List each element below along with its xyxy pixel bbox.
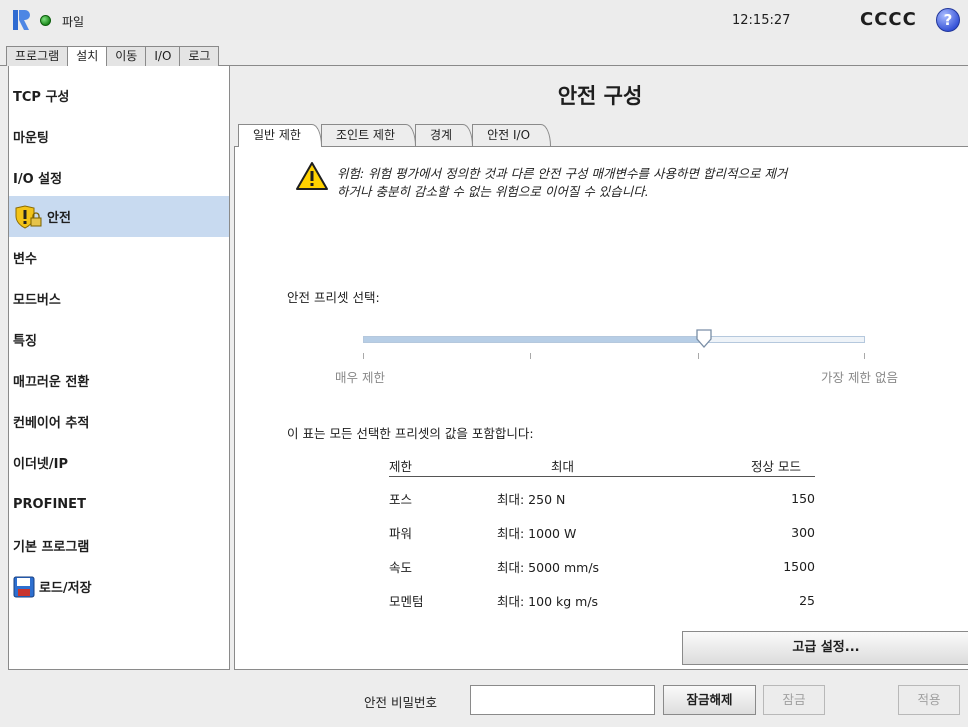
- sidebar-item-io-setup[interactable]: I/O 설정: [9, 157, 229, 198]
- sidebar-item-conveyor-tracking[interactable]: 컨베이어 추적: [9, 401, 229, 442]
- robot-status-icon: [40, 15, 51, 26]
- main-tabs: 프로그램 설치 이동 I/O 로그: [6, 46, 220, 67]
- sidebar-item-label: 컨베이어 추적: [13, 416, 90, 431]
- preset-slider-thumb[interactable]: [695, 329, 713, 349]
- sidebar-item-default-program[interactable]: 기본 프로그램: [9, 525, 229, 566]
- sidebar-item-mounting[interactable]: 마운팅: [9, 116, 229, 157]
- lock-button[interactable]: 잠금: [763, 685, 825, 715]
- page-title: 안전 구성: [557, 84, 643, 108]
- warning-message: 위험: 위험 평가에서 정의한 것과 다른 안전 구성 매개변수를 사용하면 합…: [337, 165, 957, 201]
- sidebar-item-safety[interactable]: 안전: [9, 196, 229, 237]
- file-menu[interactable]: 파일: [62, 13, 84, 30]
- sidebar-item-label: 모드버스: [13, 293, 61, 308]
- bottom-bar: 안전 비밀번호 잠금해제 잠금 적용: [0, 670, 968, 727]
- tab-io[interactable]: I/O: [145, 46, 181, 66]
- tab-boundaries[interactable]: 경계: [415, 124, 474, 146]
- tab-general-limits[interactable]: 일반 제한: [238, 124, 322, 147]
- slider-min-label: 매우 제한: [335, 370, 385, 385]
- tab-installation[interactable]: 설치: [67, 46, 108, 67]
- table-note: 이 표는 모든 선택한 프리셋의 값을 포함합니다:: [287, 426, 534, 441]
- sidebar-item-label: 특징: [13, 334, 37, 349]
- warning-line: 하거나 충분히 감소할 수 없는 위험으로 이어질 수 있습니다.: [337, 184, 649, 199]
- sidebar-item-label: 변수: [13, 252, 37, 267]
- table-cell-max: 최대: 1000 W: [497, 526, 577, 541]
- sidebar-item-label: 로드/저장: [39, 581, 92, 596]
- slider-tick: [530, 353, 531, 359]
- sidebar-item-load-save[interactable]: 로드/저장: [9, 566, 229, 607]
- sidebar-item-label: 매끄러운 전환: [13, 375, 90, 390]
- table-cell-normal: 25: [799, 593, 815, 608]
- safety-password-input[interactable]: [470, 685, 655, 715]
- table-cell-max: 최대: 100 kg m/s: [497, 594, 599, 609]
- installation-sidebar: TCP 구성 마운팅 I/O 설정 안전 변수 모드버스 특징 매끄러운 전환 …: [8, 66, 230, 670]
- slider-tick: [363, 353, 364, 359]
- tab-move[interactable]: 이동: [106, 46, 147, 66]
- tab-safety-io[interactable]: 안전 I/O: [472, 124, 552, 146]
- slider-tick: [864, 353, 865, 359]
- floppy-disk-icon: [13, 576, 35, 597]
- table-cell-limit: 파워: [389, 526, 413, 541]
- safety-configuration-panel: 안전 구성 일반 제한 조인트 제한 경계 안전 I/O 위험: 위험 평가에서…: [232, 66, 968, 670]
- table-header-normal-mode: 정상 모드: [751, 459, 801, 474]
- safety-sub-tabs: 일반 제한 조인트 제한 경계 안전 I/O: [238, 124, 552, 147]
- sidebar-item-features[interactable]: 특징: [9, 319, 229, 360]
- advanced-settings-button[interactable]: 고급 설정...: [682, 631, 968, 665]
- preset-label: 안전 프리셋 선택:: [287, 290, 380, 305]
- warning-icon: [296, 162, 328, 190]
- robot-name: CCCC: [860, 9, 917, 30]
- table-header-max: 최대: [551, 459, 575, 474]
- sidebar-item-ethernet-ip[interactable]: 이더넷/IP: [9, 442, 229, 483]
- table-cell-limit: 속도: [389, 560, 413, 575]
- general-limits-panel: 위험: 위험 평가에서 정의한 것과 다른 안전 구성 매개변수를 사용하면 합…: [234, 146, 968, 670]
- safety-password-label: 안전 비밀번호: [364, 695, 437, 710]
- sidebar-item-modbus[interactable]: 모드버스: [9, 278, 229, 319]
- tab-joint-limits[interactable]: 조인트 제한: [320, 124, 416, 146]
- unlock-button[interactable]: 잠금해제: [663, 685, 756, 715]
- sidebar-item-tcp[interactable]: TCP 구성: [9, 75, 229, 116]
- table-cell-limit: 포스: [389, 492, 413, 507]
- apply-button[interactable]: 적용: [898, 685, 960, 715]
- table-header-limit: 제한: [389, 459, 413, 474]
- sidebar-item-label: 마운팅: [13, 131, 49, 146]
- universal-robots-logo: [13, 10, 30, 30]
- sidebar-item-label: 이더넷/IP: [13, 457, 68, 472]
- shield-lock-icon: [15, 204, 42, 229]
- table-cell-normal: 1500: [783, 559, 815, 574]
- sidebar-item-label: 기본 프로그램: [13, 540, 90, 555]
- sidebar-item-label: 안전: [47, 211, 71, 226]
- top-bar: 파일 12:15:27 CCCC ?: [0, 0, 968, 40]
- sidebar-item-label: TCP 구성: [13, 90, 70, 105]
- sidebar-item-smooth-transition[interactable]: 매끄러운 전환: [9, 360, 229, 401]
- sidebar-item-variables[interactable]: 변수: [9, 237, 229, 278]
- table-cell-normal: 150: [791, 491, 815, 506]
- tab-program[interactable]: 프로그램: [6, 46, 69, 66]
- table-cell-limit: 모멘텀: [389, 594, 424, 609]
- table-cell-normal: 300: [791, 525, 815, 540]
- sidebar-item-profinet[interactable]: PROFINET: [9, 484, 229, 525]
- table-header-rule: [389, 476, 815, 477]
- warning-line: 위험: 위험 평가에서 정의한 것과 다른 안전 구성 매개변수를 사용하면 합…: [337, 166, 788, 181]
- preset-slider-track[interactable]: [363, 336, 865, 343]
- table-cell-max: 최대: 250 N: [497, 492, 566, 507]
- slider-tick: [698, 353, 699, 359]
- sidebar-item-label: I/O 설정: [13, 172, 63, 187]
- preset-slider-fill: [364, 337, 704, 342]
- clock: 12:15:27: [732, 13, 791, 28]
- sidebar-item-label: PROFINET: [13, 497, 86, 512]
- help-icon[interactable]: ?: [936, 8, 960, 32]
- tab-log[interactable]: 로그: [179, 46, 220, 66]
- slider-max-label: 가장 제한 없음: [821, 370, 898, 385]
- table-cell-max: 최대: 5000 mm/s: [497, 560, 600, 575]
